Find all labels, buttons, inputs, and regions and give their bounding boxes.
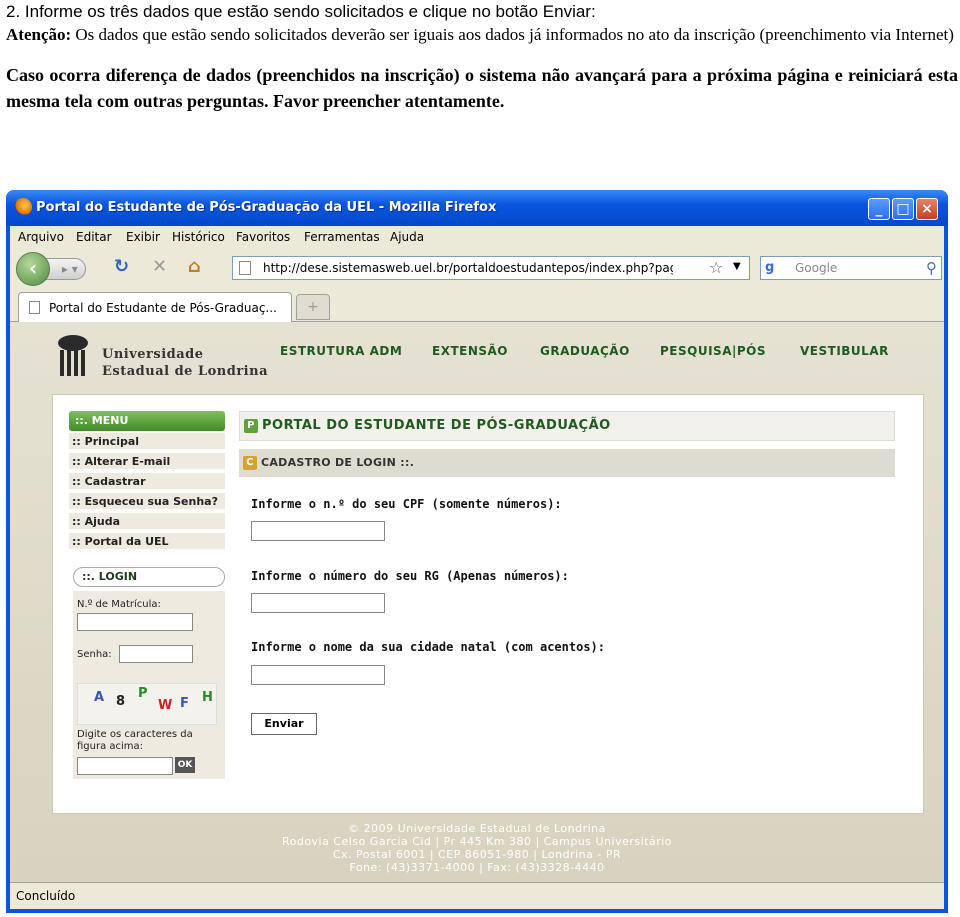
login-header: ::. LOGIN	[73, 567, 225, 587]
tab-label: Portal do Estudante de Pós-Graduaç...	[49, 301, 277, 315]
captcha-char: A	[94, 690, 105, 705]
browser-window: Portal do Estudante de Pós-Graduação da …	[6, 190, 948, 913]
status-text: Concluído	[16, 889, 76, 903]
cpf-input[interactable]	[251, 521, 385, 541]
reload-icon[interactable]: ↻	[114, 256, 129, 277]
url-dropdown-icon[interactable]: ▼	[733, 261, 741, 272]
captcha-char: P	[138, 686, 148, 701]
captcha-char: F	[180, 696, 189, 711]
maximize-button[interactable]: □	[892, 198, 914, 220]
search-icon[interactable]: ⚲	[926, 259, 937, 277]
forward-button[interactable]: ▸ ▾	[46, 258, 86, 280]
sidebar-item-esqueceu-senha[interactable]: :: Esqueceu sua Senha?	[69, 493, 225, 511]
cidade-input[interactable]	[251, 665, 385, 685]
stop-icon[interactable]: ✕	[152, 256, 167, 277]
menu-bar: Arquivo Editar Exibir Histórico Favorito…	[10, 226, 944, 248]
enviar-button[interactable]: Enviar	[251, 713, 317, 735]
menu-item-historico[interactable]: Histórico	[172, 230, 225, 244]
url-text[interactable]: http://dese.sistemasweb.uel.br/portaldoe…	[263, 261, 673, 275]
navigation-toolbar: ▸ ▾ ‹ ↻ ✕ ⌂ http://dese.sistemasweb.uel.…	[10, 248, 944, 288]
captcha-prompt: figura acima:	[77, 741, 144, 752]
rg-label: Informe o número do seu RG (Apenas númer…	[251, 569, 569, 583]
uel-emblem-icon	[58, 335, 88, 376]
attention-label: Atenção:	[6, 25, 72, 44]
logo-line-2: Estadual de Londrina	[102, 364, 268, 379]
nav-pesquisa-pos[interactable]: PESQUISA|PÓS	[660, 344, 766, 358]
minimize-button[interactable]: _	[868, 198, 890, 220]
nav-vestibular[interactable]: VESTIBULAR	[800, 344, 889, 358]
browser-chrome: Arquivo Editar Exibir Histórico Favorito…	[10, 226, 944, 322]
captcha-input[interactable]	[77, 757, 173, 775]
menu-item-favoritos[interactable]: Favoritos	[236, 230, 290, 244]
captcha-char: W	[158, 698, 173, 713]
senha-input[interactable]	[119, 645, 193, 663]
menu-item-ajuda[interactable]: Ajuda	[390, 230, 424, 244]
footer-line: © 2009 Universidade Estadual de Londrina	[348, 822, 606, 835]
back-button[interactable]: ‹	[16, 252, 50, 286]
nav-extensao[interactable]: EXTENSÃO	[432, 344, 508, 358]
window-title: Portal do Estudante de Pós-Graduação da …	[36, 200, 497, 215]
sidebar-item-principal[interactable]: :: Principal	[69, 433, 225, 451]
cidade-label: Informe o nome da sua cidade natal (com …	[251, 640, 606, 654]
footer-line: Fone: (43)3371-4000 | Fax: (43)3328-4440	[349, 861, 605, 874]
close-button[interactable]: ×	[916, 198, 938, 220]
attention-text: Os dados que estão sendo solicitados dev…	[71, 25, 954, 44]
menu-header: ::. MENU	[69, 411, 225, 431]
matricula-label: N.º de Matrícula:	[77, 599, 161, 610]
url-bar[interactable]: http://dese.sistemasweb.uel.br/portaldoe…	[232, 256, 750, 280]
title-bar[interactable]: Portal do Estudante de Pós-Graduação da …	[6, 190, 948, 226]
tab-portal[interactable]: Portal do Estudante de Pós-Graduaç...	[18, 292, 292, 322]
tab-page-icon	[29, 301, 40, 314]
nav-graduacao[interactable]: GRADUAÇÃO	[540, 344, 630, 358]
portal-title-bar: P PORTAL DO ESTUDANTE DE PÓS-GRADUAÇÃO	[239, 411, 895, 441]
page-icon	[239, 261, 251, 275]
captcha-char: 8	[116, 694, 126, 709]
captcha-image: A 8 P W F H	[77, 683, 217, 725]
rg-input[interactable]	[251, 593, 385, 613]
menu-item-arquivo[interactable]: Arquivo	[18, 230, 64, 244]
search-bar[interactable]: g Google ⚲	[760, 256, 942, 280]
menu-item-ferramentas[interactable]: Ferramentas	[304, 230, 380, 244]
logo-line-1: Universidade	[102, 347, 204, 362]
status-bar: Concluído	[10, 882, 944, 909]
content-panel: ::. MENU :: Principal :: Alterar E-mail …	[52, 394, 924, 814]
cadastro-header: C CADASTRO DE LOGIN ::.	[239, 449, 895, 477]
portal-title: PORTAL DO ESTUDANTE DE PÓS-GRADUAÇÃO	[262, 418, 611, 433]
web-page: Universidade Estadual de Londrina ESTRUT…	[10, 322, 944, 882]
page-background: Universidade Estadual de Londrina ESTRUT…	[10, 322, 944, 882]
matricula-input[interactable]	[77, 613, 193, 631]
cadastro-title: CADASTRO DE LOGIN ::.	[261, 456, 415, 469]
cadastro-badge-icon: C	[243, 456, 257, 470]
captcha-char: H	[202, 690, 213, 705]
instructions: 2. Informe os três dados que estão sendo…	[6, 0, 958, 114]
captcha-prompt: Digite os caracteres da	[77, 729, 193, 740]
tab-strip: Portal do Estudante de Pós-Graduaç... +	[10, 288, 944, 322]
sidebar-item-portal-uel[interactable]: :: Portal da UEL	[69, 533, 225, 551]
nav-estrutura[interactable]: ESTRUTURA ADM	[280, 344, 402, 358]
warning-paragraph: Caso ocorra diferença de dados (preenchi…	[6, 65, 958, 111]
home-icon[interactable]: ⌂	[188, 256, 201, 277]
portal-badge-icon: P	[244, 419, 258, 433]
new-tab-button[interactable]: +	[296, 294, 330, 320]
footer-line: Cx. Postal 6001 | CEP 86051-980 | Londri…	[332, 848, 622, 861]
sidebar-item-ajuda[interactable]: :: Ajuda	[69, 513, 225, 531]
ok-button[interactable]: OK	[175, 757, 195, 773]
senha-label: Senha:	[77, 649, 112, 660]
bookmark-star-icon[interactable]: ☆	[709, 258, 723, 277]
attention-paragraph: Atenção: Os dados que estão sendo solici…	[6, 23, 958, 46]
search-placeholder: Google	[795, 261, 838, 275]
cpf-label: Informe o n.º do seu CPF (somente número…	[251, 497, 562, 511]
login-box: N.º de Matrícula: Senha: A 8 P W F H Dig	[73, 591, 225, 779]
sidebar-item-alterar-email[interactable]: :: Alterar E-mail	[69, 453, 225, 471]
instruction-line: 2. Informe os três dados que estão sendo…	[6, 2, 596, 21]
firefox-icon	[14, 198, 32, 216]
google-icon[interactable]: g	[765, 260, 774, 275]
sidebar-item-cadastrar[interactable]: :: Cadastrar	[69, 473, 225, 491]
menu-item-editar[interactable]: Editar	[76, 230, 112, 244]
menu-item-exibir[interactable]: Exibir	[126, 230, 160, 244]
footer-line: Rodovia Celso Garcia Cid | Pr 445 Km 380…	[281, 835, 673, 848]
